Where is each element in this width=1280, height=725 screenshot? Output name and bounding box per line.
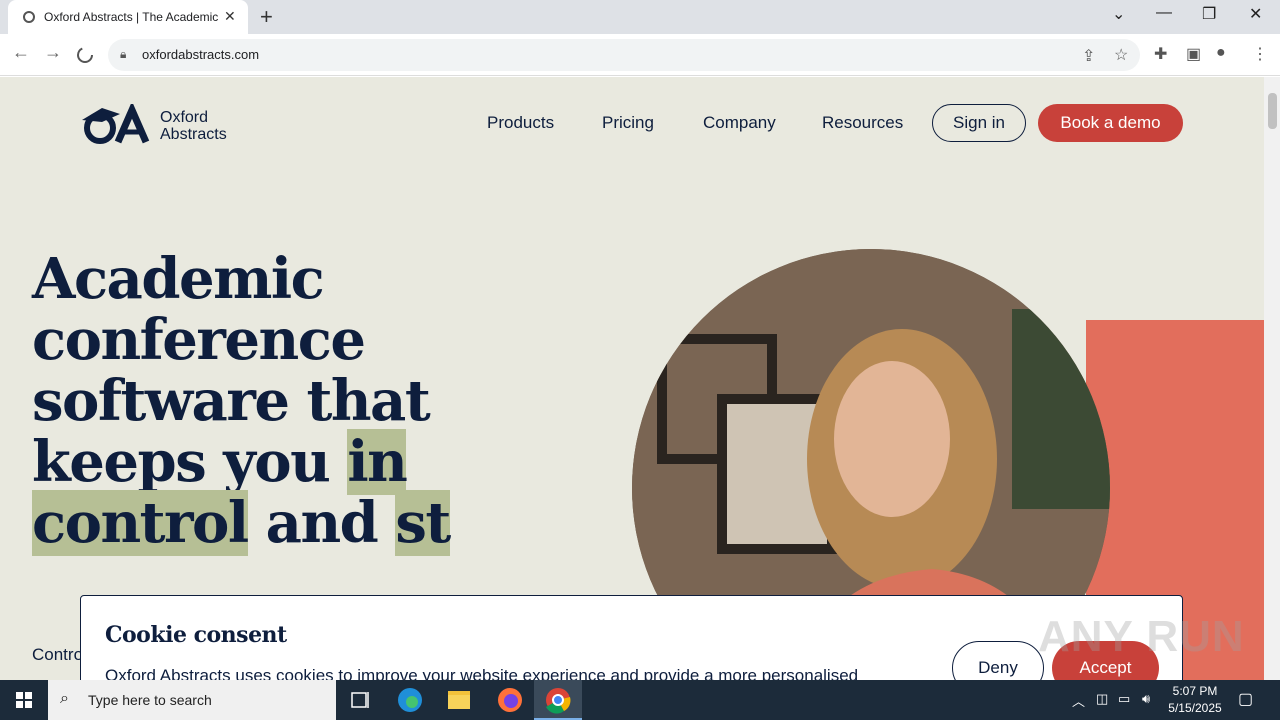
extensions-icon[interactable]: ✚: [1154, 44, 1167, 64]
logo-mark-icon: [82, 104, 150, 144]
meet-now-icon[interactable]: ◫: [1096, 691, 1108, 707]
restore-button[interactable]: ❐: [1202, 4, 1216, 24]
taskbar-search-placeholder: Type here to search: [88, 692, 212, 708]
nav-company[interactable]: Company: [703, 113, 776, 133]
share-icon[interactable]: ⇪: [1082, 46, 1095, 66]
clock-time: 5:07 PM: [1172, 684, 1218, 698]
page-scrollbar[interactable]: [1264, 77, 1280, 680]
search-icon: ⌕: [60, 690, 69, 707]
show-hidden-icons-icon[interactable]: ︿: [1072, 691, 1085, 710]
firefox-icon[interactable]: [486, 680, 534, 720]
forward-icon[interactable]: →: [44, 42, 62, 63]
lock-icon[interactable]: 🔒︎: [120, 47, 126, 62]
file-explorer-icon[interactable]: [436, 680, 484, 720]
browser-tab[interactable]: Oxford Abstracts | The Academic ✕: [8, 0, 248, 34]
close-window-button[interactable]: ✕: [1249, 4, 1262, 24]
task-view-icon[interactable]: [336, 680, 384, 720]
notifications-icon[interactable]: ▢: [1238, 689, 1253, 709]
deny-button[interactable]: Deny: [952, 641, 1044, 680]
side-panel-icon[interactable]: ▣: [1186, 44, 1201, 64]
taskbar-clock[interactable]: 5:07 PM 5/15/2025: [1164, 683, 1226, 717]
web-page: Oxford Abstracts Products Pricing Compan…: [0, 77, 1264, 680]
cookie-consent-dialog: Cookie consent Oxford Abstracts uses coo…: [80, 595, 1183, 680]
tab-strip: Oxford Abstracts | The Academic ✕ + ⌄ — …: [0, 0, 1280, 34]
browser-toolbar: ← → 🔒︎ oxfordabstracts.com ⇪ ☆ ✚ ▣ ● ⋮: [0, 34, 1280, 76]
bookmark-star-icon[interactable]: ☆: [1114, 45, 1128, 65]
tab-search-icon[interactable]: ⌄: [1112, 4, 1125, 24]
sign-in-button[interactable]: Sign in: [932, 104, 1026, 142]
scrollbar-thumb[interactable]: [1268, 93, 1277, 129]
hero-text-2: and: [247, 490, 396, 556]
hero-subtext: Contro: [32, 645, 84, 664]
nav-resources[interactable]: Resources: [822, 113, 903, 133]
back-icon[interactable]: ←: [12, 42, 30, 63]
network-icon[interactable]: ▭: [1118, 691, 1130, 707]
hero-heading: Academic conference software that keeps …: [32, 249, 452, 556]
hero-highlight-2: st: [395, 490, 451, 556]
oxford-abstracts-logo[interactable]: Oxford Abstracts: [80, 104, 240, 144]
windows-taskbar: ⌕ Type here to search ︿ ◫ ▭ 🔊︎ 5:07 PM 5…: [0, 680, 1280, 720]
anyrun-watermark: ANY RUN: [1038, 612, 1245, 661]
url-text[interactable]: oxfordabstracts.com: [142, 47, 259, 62]
nav-products[interactable]: Products: [487, 113, 554, 133]
chrome-icon[interactable]: [534, 680, 582, 720]
logo-line1: Oxford: [160, 109, 209, 126]
start-button[interactable]: [0, 680, 48, 720]
menu-icon[interactable]: ⋮: [1252, 44, 1268, 64]
volume-icon[interactable]: 🔊︎: [1142, 691, 1150, 707]
new-tab-button[interactable]: +: [260, 4, 273, 30]
close-tab-icon[interactable]: ✕: [224, 8, 236, 25]
loading-icon[interactable]: [76, 46, 94, 64]
logo-line2: Abstracts: [160, 126, 227, 143]
clock-date: 5/15/2025: [1168, 701, 1222, 715]
nav-pricing[interactable]: Pricing: [602, 113, 654, 133]
favicon-icon: [23, 11, 35, 23]
edge-icon[interactable]: [386, 680, 434, 720]
taskbar-search[interactable]: ⌕ Type here to search: [48, 680, 336, 720]
minimize-button[interactable]: —: [1156, 4, 1172, 22]
profile-icon[interactable]: ●: [1216, 44, 1226, 62]
book-demo-button[interactable]: Book a demo: [1038, 104, 1183, 142]
cookie-title: Cookie consent: [105, 622, 287, 648]
windows-logo-icon: [16, 692, 32, 708]
cookie-body: Oxford Abstracts uses cookies to improve…: [105, 666, 859, 680]
address-bar[interactable]: 🔒︎ oxfordabstracts.com ⇪ ☆: [108, 39, 1140, 71]
tab-title: Oxford Abstracts | The Academic: [44, 10, 219, 24]
